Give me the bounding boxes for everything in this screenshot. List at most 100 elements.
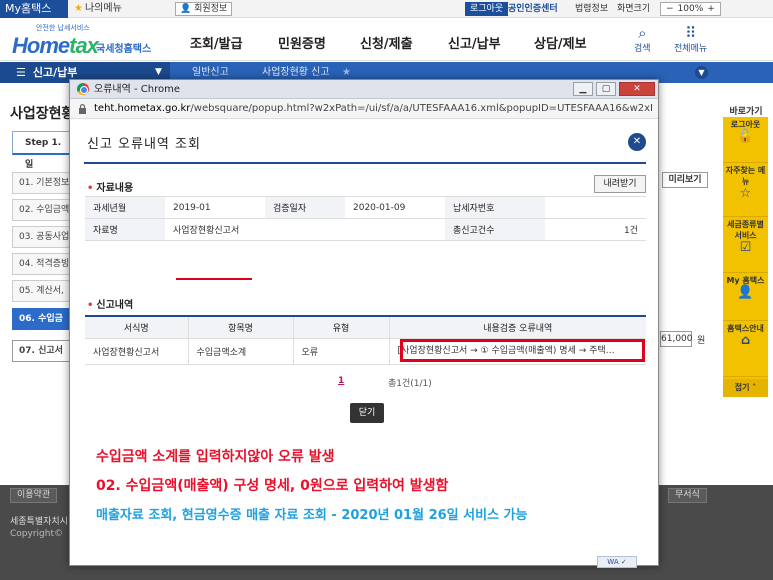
section-data-title: • 자료내용: [87, 179, 133, 194]
quick-menu: 로그아웃 🔓 자주찾는 메뉴 ☆ 세금종류별 서비스 ☑ My 홈택스 👤 홈택스안내 ⌂…: [723, 117, 768, 397]
quick-guide-label: 홈택스안내: [727, 324, 764, 333]
doc-name-highlight: [176, 278, 252, 280]
grid-icon: ⠿: [685, 24, 697, 42]
side-item-revenue[interactable]: 02. 수입금액: [12, 199, 72, 221]
error-detail-highlight: [400, 339, 645, 362]
bullet-icon: •: [87, 183, 94, 194]
cert-center-link[interactable]: 공인인증센터: [508, 2, 558, 16]
my-menu-label: 나의메뉴: [84, 3, 122, 14]
window-close-button[interactable]: ✕: [619, 82, 655, 96]
col-form: 서식명: [85, 315, 188, 339]
menu-certificate[interactable]: 민원증명: [278, 33, 326, 52]
footer-address: 세종특별자치시: [10, 517, 68, 527]
myhometax-tab[interactable]: My홈택스: [0, 0, 68, 18]
col-item: 항목명: [187, 315, 293, 339]
hamburger-icon: ☰: [16, 66, 26, 79]
amount-field[interactable]: 61,000: [660, 331, 693, 347]
step-tab[interactable]: Step 1. 일: [12, 131, 72, 170]
verify-date-value: 2020-01-09: [345, 196, 445, 219]
my-menu-link[interactable]: ★ 나의메뉴: [74, 2, 122, 16]
doc-name-value: 사업장현황신고서: [165, 218, 445, 241]
address-bar[interactable]: teht.hometax.go.kr/websquare/popup.html?…: [70, 99, 658, 119]
side-item-revenue-detail[interactable]: 06. 수입금: [12, 308, 72, 330]
close-button[interactable]: 닫기: [350, 403, 384, 423]
quick-guide[interactable]: 홈택스안내 ⌂: [723, 323, 768, 377]
lock-icon: [79, 104, 86, 114]
side-item-return[interactable]: 07. 신고서: [12, 340, 72, 362]
download-button[interactable]: 내려받기: [594, 175, 646, 193]
annotation-note-1: 수입금액 소계를 입력하지않아 오류 발생: [96, 449, 335, 465]
url-path: /websquare/popup.html?w2xPath=/ui/sf/a/a…: [190, 103, 652, 114]
law-info-link[interactable]: 법령정보: [575, 2, 608, 16]
menu-application[interactable]: 신청/제출: [360, 33, 413, 52]
side-item-invoice[interactable]: 05. 계산서,: [12, 280, 72, 302]
star-icon: ★: [74, 3, 83, 14]
total-count-value: 1건: [545, 218, 646, 241]
popup-body: 신고 오류내역 조회 ✕ • 자료내용 내려받기 과세년월 2019-01 검증일…: [70, 120, 658, 568]
logo-tagline: 안전한 납세서비스: [36, 24, 90, 32]
zoom-in-button[interactable]: +: [707, 4, 715, 14]
quick-logout[interactable]: 로그아웃 🔓: [723, 119, 768, 163]
footer-right-button[interactable]: 무서식: [668, 488, 707, 503]
quick-frequent-menu[interactable]: 자주찾는 메뉴 ☆: [723, 165, 768, 217]
site-header: 안전한 납세서비스 Hometax 국세청홈택스 조회/발급 민원증명 신청/제…: [0, 19, 773, 61]
terms-button[interactable]: 이용약관: [10, 488, 58, 503]
lock-icon: 🔓: [737, 129, 754, 144]
preview-button[interactable]: 미리보기: [662, 172, 708, 188]
tax-year-header: 과세년월: [85, 196, 165, 219]
maximize-button[interactable]: ▢: [596, 82, 616, 96]
row-form: 사업장현황신고서: [85, 338, 188, 365]
hometax-logo[interactable]: 안전한 납세서비스 Hometax 국세청홈택스: [12, 23, 151, 59]
popup-heading: 신고 오류내역 조회: [87, 137, 201, 152]
bullet-icon: •: [87, 300, 94, 311]
search-button[interactable]: ⌕ 검색: [634, 25, 651, 54]
section-data-label: 자료내용: [96, 183, 134, 194]
side-item-evidence[interactable]: 04. 적격증빙: [12, 253, 72, 275]
logout-button[interactable]: 로그아웃: [465, 2, 509, 16]
quick-menu-title: 바로가기: [729, 107, 763, 117]
taxpayer-no-header: 납세자번호: [445, 196, 545, 219]
top-utility-bar: My홈택스 ★ 나의메뉴 👤 회원정보 로그아웃 공인인증센터 법령정보 화면크기…: [0, 0, 773, 18]
pager-page-1[interactable]: 1: [338, 376, 344, 386]
url-text[interactable]: teht.hometax.go.kr/websquare/popup.html?…: [94, 99, 652, 119]
annotation-note-2: 02. 수입금액(매출액) 구성 명세, 0원으로 입력하여 발생함: [96, 478, 449, 494]
quick-tax-service[interactable]: 세금종류별 서비스 ☑: [723, 219, 768, 273]
amount-unit: 원: [697, 336, 706, 346]
quick-tax-label: 세금종류별 서비스: [727, 220, 764, 240]
logo-tax: tax: [69, 33, 99, 58]
chevron-up-icon: ˄: [752, 383, 757, 392]
side-item-joint-business[interactable]: 03. 공동사업: [12, 226, 72, 248]
data-info-table: 과세년월 2019-01 검증일자 2020-01-09 납세자번호 자료명 사…: [85, 196, 646, 241]
side-item-basic-info[interactable]: 01. 기본정보: [12, 172, 72, 194]
all-menu-label: 전체메뉴: [674, 44, 708, 54]
expand-icon[interactable]: ▼: [695, 66, 708, 79]
quick-collapse-button[interactable]: 접기 ˄: [723, 379, 768, 397]
minimize-button[interactable]: ▁: [573, 82, 593, 96]
member-info-button[interactable]: 👤 회원정보: [175, 2, 233, 16]
pager-total: 총1건(1/1): [388, 379, 432, 389]
quick-collapse-label: 접기: [734, 383, 750, 392]
row-item: 수입금액소계: [187, 338, 293, 365]
star-icon: ☆: [739, 186, 752, 201]
quick-frequent-label: 자주찾는 메뉴: [725, 166, 766, 186]
nav-current-label: 신고/납부: [32, 66, 78, 79]
quick-my-hometax[interactable]: My 홈택스 👤: [723, 275, 768, 321]
tax-year-value: 2019-01: [165, 196, 265, 219]
row-type: 오류: [292, 338, 389, 365]
menu-filing-payment[interactable]: 신고/납부: [448, 33, 501, 52]
col-type: 유형: [292, 315, 389, 339]
url-host: teht.hometax.go.kr: [94, 103, 191, 114]
menu-inquiry[interactable]: 조회/발급: [190, 33, 243, 52]
logo-nts-label: 국세청홈택스: [96, 44, 152, 55]
zoom-level: 100%: [677, 4, 704, 14]
all-menu-button[interactable]: ⠿ 전체메뉴: [674, 25, 707, 54]
heading-divider: [84, 162, 646, 164]
zoom-out-button[interactable]: −: [666, 4, 674, 14]
window-titlebar[interactable]: 오류내역 - Chrome ▁ ▢ ✕: [70, 80, 658, 99]
verify-date-header: 검증일자: [265, 196, 345, 219]
menu-consulting[interactable]: 상담/제보: [534, 33, 587, 52]
popup-close-icon[interactable]: ✕: [628, 133, 646, 151]
taxpayer-no-value: [545, 196, 646, 219]
zoom-control: −100% +: [660, 2, 721, 16]
search-icon: ⌕: [638, 24, 647, 42]
